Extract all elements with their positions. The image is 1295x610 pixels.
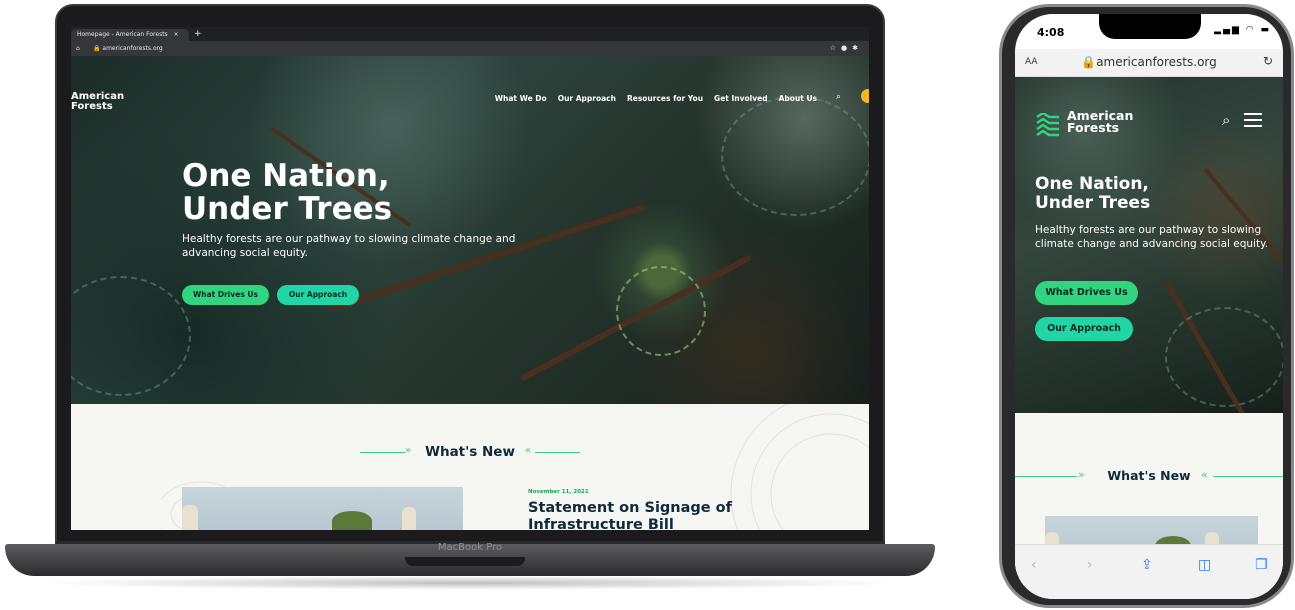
hero-title: One Nation, Under Trees [1035,174,1151,213]
news-image[interactable] [182,487,463,530]
browser-tab-strip: Homepage - American Forests × + [71,27,869,41]
main-nav: What We Do Our Approach Resources for Yo… [495,94,817,103]
site-logo[interactable]: American Forests [71,92,124,112]
search-icon[interactable]: ⌕ [1222,111,1230,129]
hero-title: One Nation, Under Trees [182,158,393,227]
hamburger-menu-icon[interactable] [1244,113,1262,127]
back-icon[interactable]: ‹ [1031,557,1037,573]
browser-address-bar: ⌂ 🔒 americanforests.org ☆●✱ [71,41,869,56]
phone-screen: 4:08 ▂▄▆ ◠ ▬ AA 🔒americanforests.org ↻ A… [1015,14,1283,599]
decorative-pine-cluster [721,96,869,216]
site-logo[interactable]: American Forests [1067,109,1133,134]
donate-button[interactable] [861,89,869,103]
hero-section: American Forests What We Do Our Approach … [71,56,869,404]
our-approach-button[interactable]: Our Approach [1035,317,1133,341]
person-shape [182,505,198,530]
hero-subtitle: Healthy forests are our pathway to slowi… [182,233,516,259]
section-heading: » What's New « [1015,468,1283,484]
nav-our-approach[interactable]: Our Approach [558,94,616,103]
section-heading: » What's New « [360,444,580,460]
share-icon[interactable]: ⇪ [1141,557,1153,573]
nav-resources[interactable]: Resources for You [627,94,703,103]
tree-shape [332,511,372,530]
address-url[interactable]: 🔒americanforests.org [1015,55,1283,69]
news-date: November 11, 2021 [528,489,589,495]
arrow-icon: « [525,445,532,456]
safari-address-bar: AA 🔒americanforests.org ↻ [1015,49,1283,77]
phone-notch [1099,14,1201,39]
whats-new-section: » What's New « November 11, 2021 Stateme… [71,404,869,530]
hero-section: American Forests ⌕ One Nation, Under Trees… [1015,77,1283,420]
laptop-screen: Homepage - American Forests × + ⌂ 🔒 amer… [71,27,869,530]
home-icon[interactable]: ⌂ [76,41,80,56]
forward-icon[interactable]: › [1087,557,1093,573]
hero-subtitle: Healthy forests are our pathway to slowi… [1035,224,1269,250]
logo-mark-icon [1036,113,1059,137]
nav-what-we-do[interactable]: What We Do [495,94,547,103]
search-icon[interactable]: ⌕ [836,92,841,102]
laptop-shadow [30,576,910,590]
status-icons: ▂▄▆ ◠ ▬ [1214,25,1271,35]
laptop-trackpad-notch [405,557,525,566]
what-drives-us-button[interactable]: What Drives Us [182,285,269,305]
arrow-icon: « [1201,468,1208,481]
tab-title: Homepage - American Forests [77,31,168,38]
decorative-pine-cluster [1165,307,1283,407]
heading-divider-right [535,452,580,453]
status-time: 4:08 [1037,26,1065,39]
browser-tab[interactable]: Homepage - American Forests × [71,29,189,41]
safari-toolbar: ‹ › ⇪ ◫ ❐ [1015,544,1283,599]
tabs-icon[interactable]: ❐ [1255,557,1268,573]
bookmarks-icon[interactable]: ◫ [1198,557,1211,573]
nav-about-us[interactable]: About Us [779,94,817,103]
reload-icon[interactable]: ↻ [1263,54,1273,68]
device-label: MacBook Pro [437,542,503,553]
decorative-pine-cluster [616,266,706,356]
nav-get-involved[interactable]: Get Involved [714,94,768,103]
new-tab-button[interactable]: + [194,27,202,41]
extension-icons[interactable]: ☆●✱ [830,41,863,56]
what-drives-us-button[interactable]: What Drives Us [1035,281,1138,305]
tab-close-icon[interactable]: × [174,31,179,38]
decorative-pine-cluster [71,276,191,396]
heading-divider-right [1213,476,1283,477]
our-approach-button[interactable]: Our Approach [277,285,359,305]
news-title[interactable]: Statement on Signage of Infrastructure B… [528,500,788,530]
person-shape [402,507,416,530]
address-url[interactable]: 🔒 americanforests.org [93,41,163,56]
